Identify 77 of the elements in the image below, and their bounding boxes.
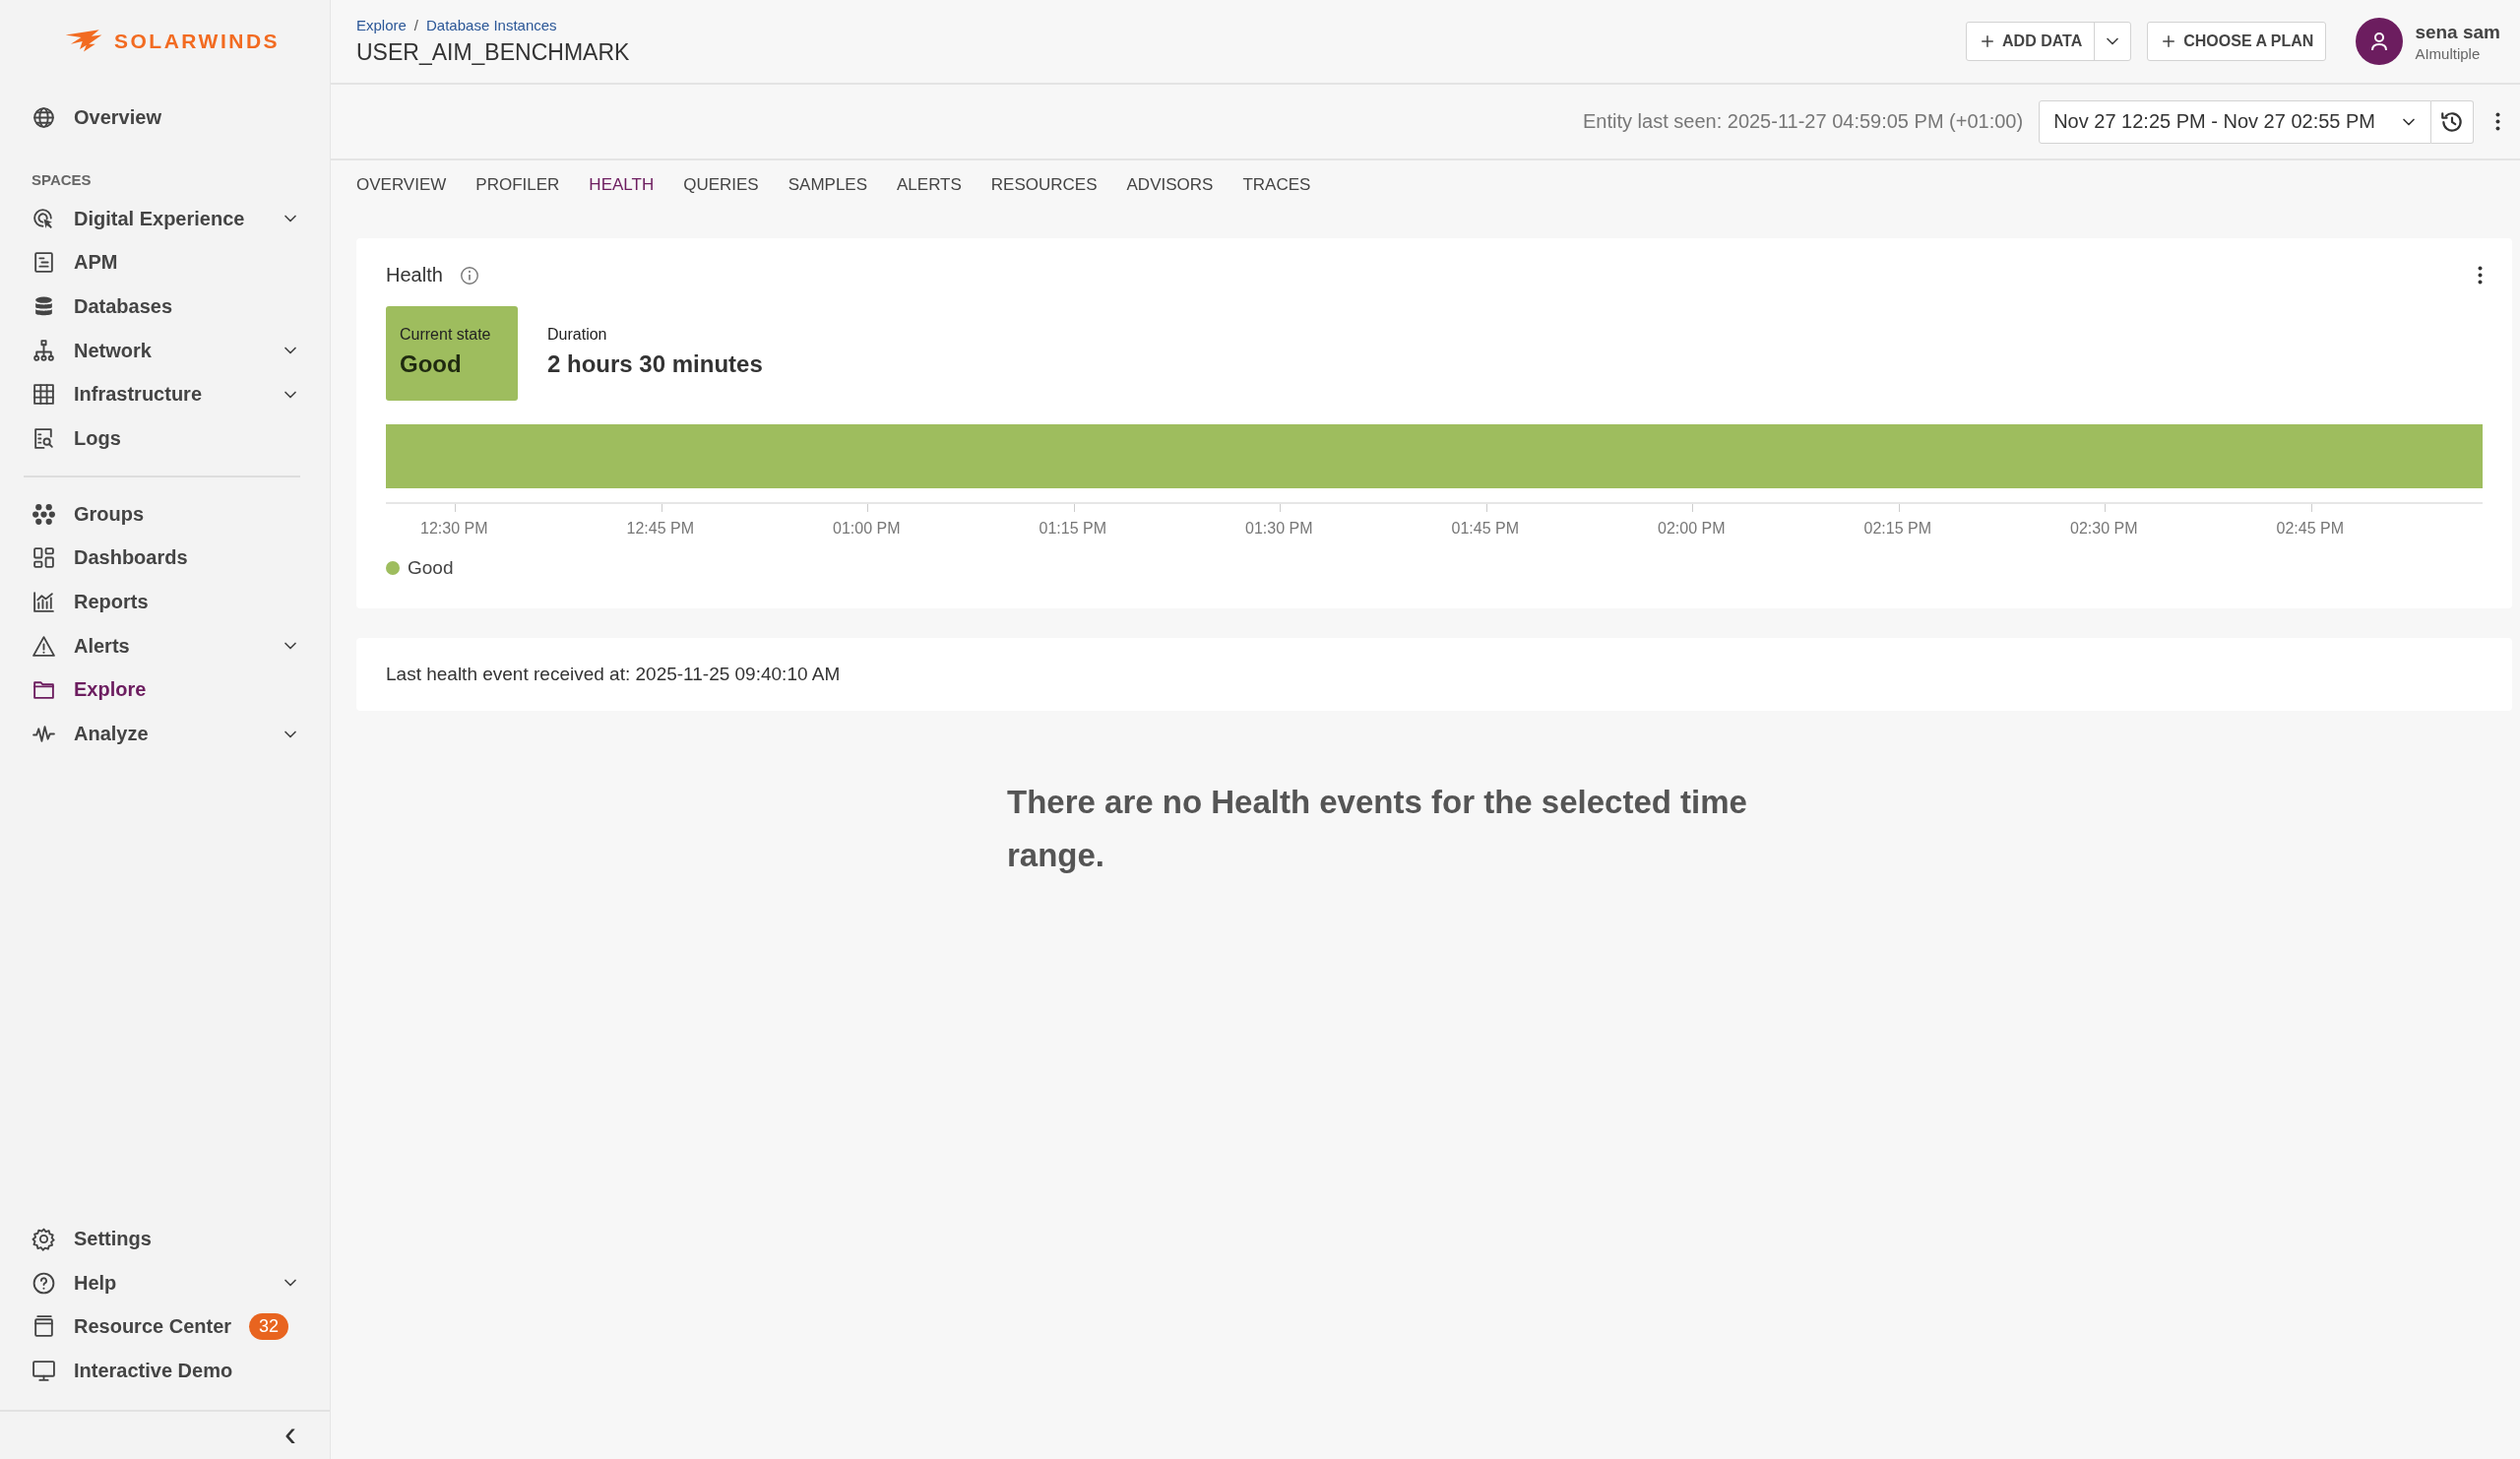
empty-message: There are no Health events for the selected time range. [1007,783,1748,875]
nav-item[interactable]: Groups [24,491,300,537]
nav-item[interactable]: Interactive Demo [24,1349,300,1393]
nav-item[interactable]: Help [24,1260,300,1305]
nav-item[interactable]: Alerts [24,623,300,668]
tab[interactable]: PROFILER [475,160,560,195]
more-button[interactable] [2478,266,2483,285]
time-range-picker[interactable]: Nov 27 12:25 PM - Nov 27 02:55 PM [2039,99,2431,144]
axis-label: 02:45 PM [2276,520,2344,538]
logo-text: SOLARWINDS [114,30,281,53]
axis-label: 02:00 PM [1658,520,1726,538]
hierarchy-icon [32,338,56,363]
breadcrumb-separator: / [413,17,419,33]
log-search-icon [32,425,56,451]
last-event-text: Last health event received at: 2025-11-25 09:40:10 AM [386,664,841,684]
axis-label: 01:00 PM [833,520,901,538]
nav-item[interactable]: Reports [24,580,300,624]
plan-button[interactable]: CHOOSE A PLAN [2148,23,2326,60]
nav-item[interactable]: Overview [24,95,300,140]
user-name: sena sam [2415,21,2500,43]
grid-icon [32,382,56,408]
card-title: Health [386,264,443,286]
nav-item[interactable]: Settings [24,1217,300,1261]
more-button[interactable] [2495,112,2500,131]
duration-label: Duration [547,326,608,344]
help-icon [32,1270,56,1296]
axis-label: 02:30 PM [2070,520,2138,538]
tab[interactable]: ADVISORS [1126,160,1214,195]
book-icon [32,1314,56,1340]
globe-icon [32,104,56,130]
tab[interactable]: HEALTH [589,160,655,195]
nav-item[interactable]: Analyze [24,712,300,756]
nav-item[interactable]: Network [24,328,300,373]
axis-label: 01:15 PM [1039,520,1106,538]
more-icon [2495,112,2500,131]
tab[interactable]: OVERVIEW [356,160,447,195]
settings-icon [32,1227,56,1252]
nav-item[interactable]: APM [24,240,300,285]
warning-icon [32,633,56,659]
bar-chart-icon [32,590,56,615]
axis-label: 02:15 PM [1863,520,1931,538]
nav-item[interactable]: Digital Experience [24,196,300,241]
axis-label: 01:45 PM [1451,520,1519,538]
collapse-button[interactable]: ‹ [281,1420,300,1449]
axis-label: 12:30 PM [420,520,488,538]
count-badge: 32 [248,1313,288,1341]
document-icon [32,250,56,276]
nav-item[interactable]: Databases [24,285,300,329]
axis-label: 01:30 PM [1245,520,1313,538]
section-label: SPACES [32,170,93,188]
monitor-icon [32,1359,56,1384]
duration-value: 2 hours 30 minutes [547,350,763,378]
history-button[interactable] [2431,99,2474,144]
user-organization: AImultiple [2415,44,2482,62]
nav-item[interactable]: Explore [24,667,300,713]
breadcrumb-link[interactable]: Database Instances [426,17,557,33]
dots-cluster-icon [32,501,56,527]
legend-label: Good [408,557,454,579]
tab[interactable]: ALERTS [897,160,962,195]
state-label: Current state [400,326,492,344]
more-icon [2478,266,2483,285]
nav-item[interactable]: Resource Center 32 [24,1304,300,1350]
tab[interactable]: TRACES [1242,160,1311,195]
page-title: USER_AIM_BENCHMARK [356,39,630,66]
nav-item[interactable]: Dashboards [24,536,300,581]
breadcrumb-link[interactable]: Explore [356,17,407,33]
state-value: Good [400,350,463,378]
nav-item[interactable]: Logs [24,416,300,461]
tab[interactable]: SAMPLES [788,160,867,195]
info-icon [458,264,480,286]
nav-item[interactable]: Infrastructure [24,372,300,417]
user-avatar[interactable] [2356,18,2404,65]
dashboard-icon [32,545,56,571]
axis-label: 12:45 PM [626,520,694,538]
tab[interactable]: RESOURCES [990,160,1098,195]
last-seen-text: Entity last seen: 2025-11-27 04:59:05 PM (+01:00) [1583,110,2024,133]
tab[interactable]: QUERIES [683,160,759,195]
